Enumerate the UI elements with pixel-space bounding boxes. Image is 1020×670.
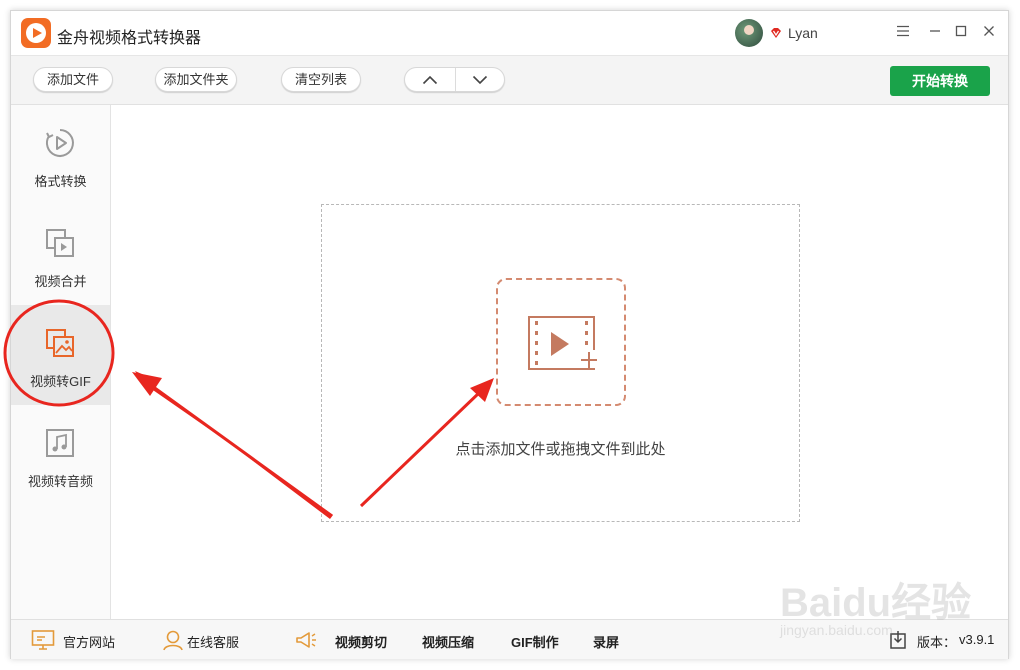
add-file-button[interactable]: 添加文件 [33,67,113,92]
video-compress-link[interactable]: 视频压缩 [422,632,474,651]
sidebar-item-label: 视频转GIF [30,374,91,389]
sidebar-item-label: 格式转换 [34,174,87,189]
file-drop-zone[interactable]: 点击添加文件或拖拽文件到此处 [321,204,800,522]
sidebar-item-video-to-audio[interactable]: 视频转音频 [11,405,110,505]
video-to-gif-icon [46,329,74,357]
vip-diamond-icon [771,28,781,38]
maximize-icon[interactable] [951,23,971,43]
toolbar: 添加文件 添加文件夹 清空列表 开始转换 [11,55,1008,105]
add-folder-button[interactable]: 添加文件夹 [155,67,237,92]
add-file-target[interactable] [496,278,626,406]
video-cut-link[interactable]: 视频剪切 [335,632,387,651]
close-icon[interactable] [979,23,999,43]
watermark-brand: Baidu经验 [780,581,972,625]
move-down-button[interactable] [455,68,505,91]
minimize-icon[interactable] [925,23,945,43]
megaphone-icon [296,632,316,648]
drop-hint-text: 点击添加文件或拖拽文件到此处 [455,441,666,458]
monitor-icon [31,630,55,650]
chevron-up-icon [422,75,438,84]
user-name[interactable]: Lyan [788,25,818,41]
sidebar-item-label: 视频转音频 [27,474,93,489]
menu-icon[interactable] [893,23,913,43]
customer-service-icon [163,630,183,651]
video-merge-icon [46,229,74,257]
sidebar-item-video-to-gif[interactable]: 视频转GIF [11,305,110,405]
clear-list-button[interactable]: 清空列表 [281,67,361,92]
user-avatar[interactable] [735,19,763,47]
start-convert-button[interactable]: 开始转换 [890,66,990,96]
app-logo-icon [21,18,51,48]
screen-record-link[interactable]: 录屏 [593,632,619,651]
baidu-watermark: Baidu经验 jingyan.baidu.com [780,560,980,650]
add-video-icon [528,316,598,370]
gif-make-link[interactable]: GIF制作 [511,632,559,651]
online-service-link[interactable]: 在线客服 [187,632,239,651]
format-convert-icon [46,129,74,157]
sidebar-item-label: 视频合并 [34,274,87,289]
video-to-audio-icon [46,429,74,457]
chevron-down-icon [472,75,488,84]
sidebar-item-format-convert[interactable]: 格式转换 [11,105,110,205]
sidebar-item-video-merge[interactable]: 视频合并 [11,205,110,305]
app-title: 金舟视频格式转换器 [57,30,202,47]
official-site-link[interactable]: 官方网站 [63,632,115,651]
watermark-url: jingyan.baidu.com [780,622,893,638]
sidebar: 格式转换 视频合并 视频转GIF 视频转音频 [11,105,111,619]
reorder-buttons [404,67,505,92]
title-bar: 金舟视频格式转换器 Lyan [11,11,1008,55]
move-up-button[interactable] [405,68,456,91]
